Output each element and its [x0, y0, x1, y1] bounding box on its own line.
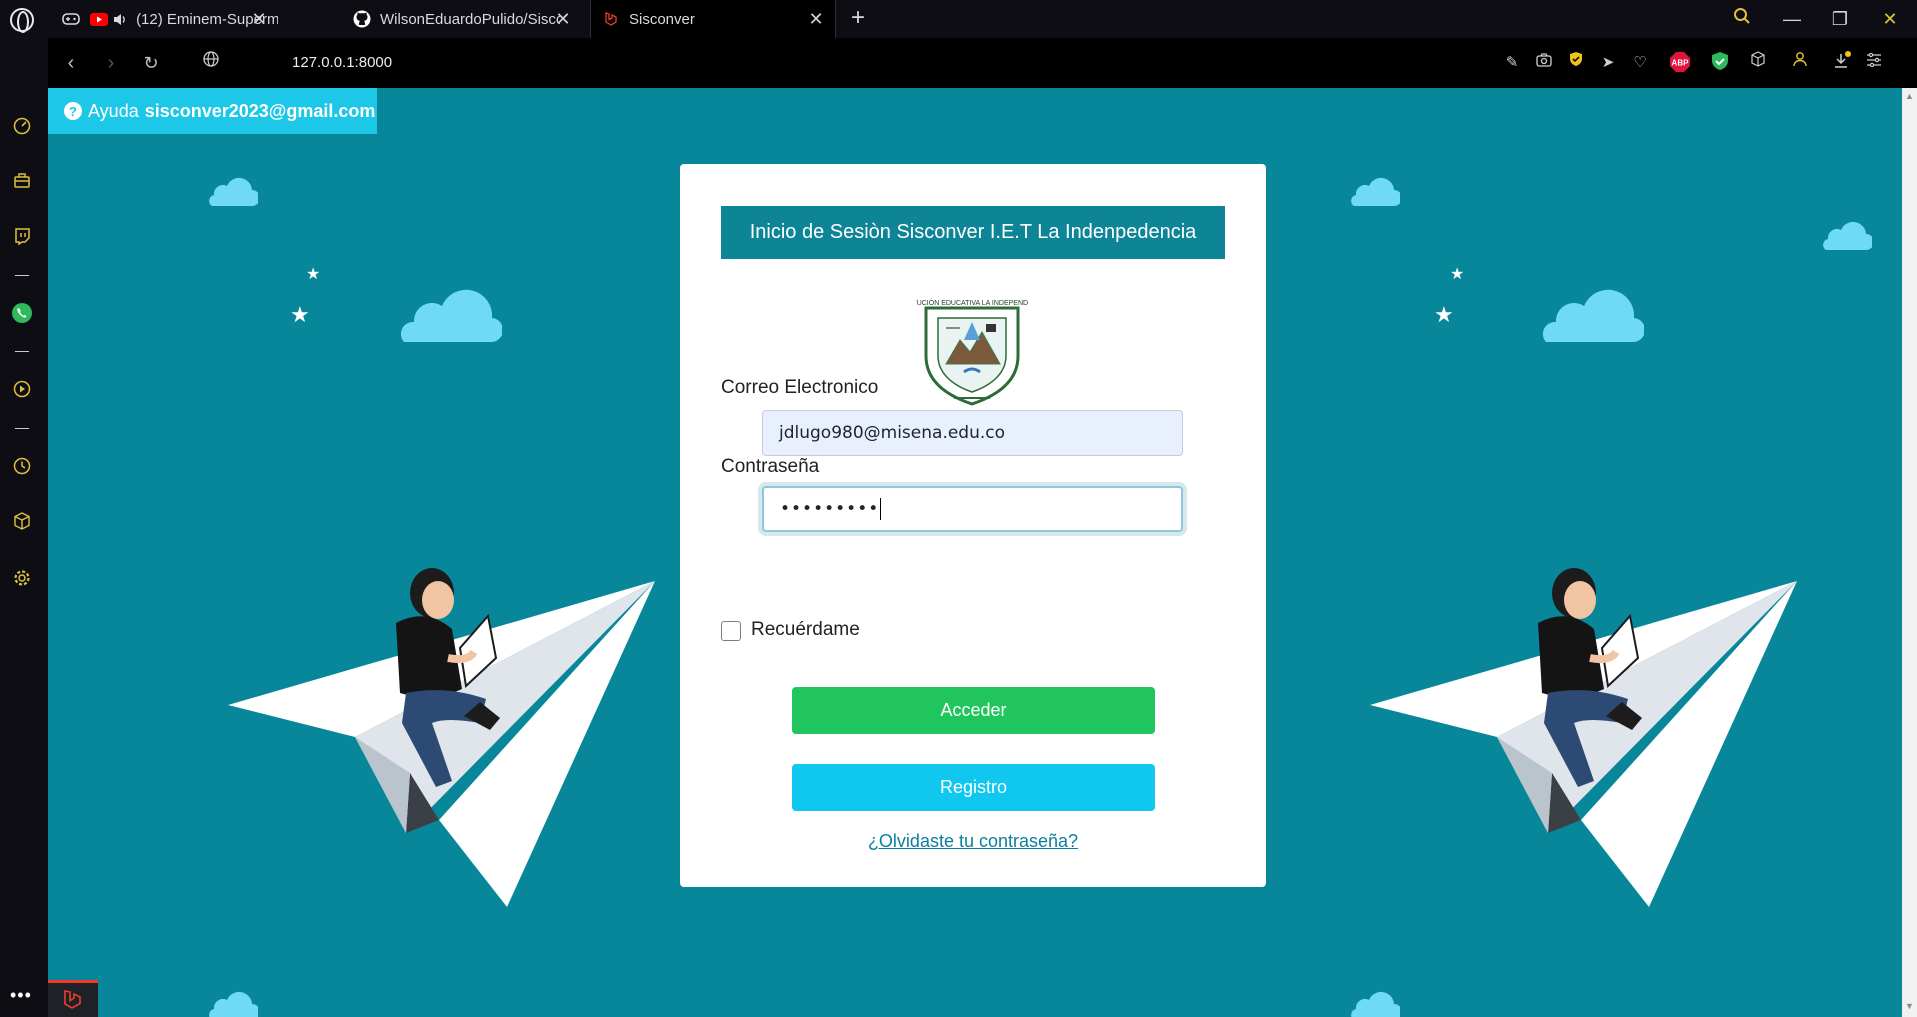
twitch-icon[interactable] [10, 224, 34, 248]
web-page: ? Ayuda sisconver2023@gmail.com ★ ★ ★ ★ [48, 88, 1902, 1017]
speed-dial-icon[interactable] [10, 114, 34, 138]
extensions-icon[interactable] [10, 509, 34, 533]
history-icon[interactable] [10, 454, 34, 478]
cloud-icon [1823, 221, 1872, 250]
close-window-button[interactable]: ✕ [1876, 6, 1904, 32]
register-button[interactable]: Registro [792, 764, 1155, 811]
whatsapp-icon[interactable] [10, 301, 34, 325]
star-icon: ★ [1450, 266, 1465, 283]
scrollbar[interactable]: ▲ ▼ [1902, 88, 1917, 1017]
tab-bar: (12) Eminem-Superman ✕ WilsonEduardoPuli… [0, 0, 1917, 38]
sidebar-divider [15, 351, 29, 352]
vpn-shield-icon[interactable] [1564, 51, 1588, 75]
workspace-icon[interactable] [10, 168, 34, 192]
gamepad-icon [62, 11, 80, 27]
help-email[interactable]: sisconver2023@gmail.com [145, 101, 376, 122]
new-tab-button[interactable]: + [845, 4, 871, 32]
cloud-icon [209, 991, 258, 1017]
cloud-icon [1351, 177, 1400, 206]
cloud-icon [1542, 289, 1644, 343]
star-icon: ★ [306, 266, 321, 283]
forward-icon[interactable]: › [98, 50, 124, 76]
scroll-up-icon[interactable]: ▲ [1905, 92, 1914, 101]
scroll-down-icon[interactable]: ▼ [1905, 1002, 1914, 1011]
remember-checkbox[interactable] [721, 621, 741, 641]
edit-icon[interactable]: ✎ [1500, 51, 1524, 75]
adblock-icon[interactable]: ABP [1668, 51, 1692, 75]
settings-icon[interactable] [1862, 51, 1886, 75]
password-label: Contraseña [721, 456, 820, 477]
send-icon[interactable]: ➤ [1596, 51, 1620, 75]
address-bar: ‹ › ↻ 127.0.0.1:8000 ✎ ➤ ♡ ABP [48, 38, 1917, 88]
login-title: Inicio de Sesiòn Sisconver I.E.T La Inde… [721, 206, 1225, 259]
login-button[interactable]: Acceder [792, 687, 1155, 734]
tab-title: WilsonEduardoPulido/Sisco [380, 10, 560, 28]
profile-icon[interactable] [1788, 51, 1812, 75]
reload-icon[interactable]: ↻ [138, 50, 164, 76]
star-icon: ★ [1434, 302, 1454, 327]
email-field[interactable]: jdlugo980@misena.edu.co [762, 410, 1183, 456]
sidebar-divider [15, 428, 29, 429]
shield-icon[interactable] [1708, 51, 1732, 75]
tab-sisconver[interactable]: Sisconver ✕ [590, 0, 836, 38]
laravel-icon [601, 11, 621, 27]
restore-button[interactable]: ❐ [1826, 6, 1854, 32]
opera-logo-icon[interactable] [10, 8, 34, 33]
question-icon: ? [64, 102, 82, 120]
speaker-icon[interactable] [113, 11, 128, 27]
camera-icon[interactable] [1532, 51, 1556, 75]
paper-plane-illustration [228, 568, 655, 907]
crest-text: INSTITUCIÓN EDUCATIVA LA INDEPENDENCIA [916, 298, 1028, 307]
cloud-icon [400, 289, 502, 343]
adblock-label: ABP [1672, 59, 1690, 68]
cloud-icon [209, 177, 258, 206]
player-icon[interactable] [10, 377, 34, 401]
remember-label[interactable]: Recuérdame [751, 619, 860, 641]
school-crest-logo: INSTITUCIÓN EDUCATIVA LA INDEPENDENCIA [916, 298, 1028, 406]
help-box[interactable]: ? Ayuda sisconver2023@gmail.com [48, 88, 377, 134]
more-menu-button[interactable]: ••• [10, 985, 32, 1006]
download-icon[interactable] [1830, 51, 1854, 75]
close-icon[interactable]: ✕ [554, 9, 572, 29]
url-field[interactable]: 127.0.0.1:8000 [292, 54, 392, 71]
login-card: Inicio de Sesiòn Sisconver I.E.T La Inde… [680, 164, 1266, 887]
tab-youtube[interactable]: (12) Eminem-Superman ✕ [80, 0, 278, 38]
help-text: Ayuda [88, 100, 139, 121]
password-field[interactable]: ••••••••• [762, 486, 1183, 532]
search-icon[interactable] [1728, 6, 1756, 32]
tab-title: Sisconver [629, 10, 695, 28]
paper-plane-illustration [1370, 568, 1797, 907]
forgot-password-link[interactable]: ¿Olvidaste tu contraseña? [680, 831, 1266, 852]
tab-github[interactable]: WilsonEduardoPulido/Sisco ✕ [342, 0, 582, 38]
heart-icon[interactable]: ♡ [1628, 51, 1652, 75]
minimize-button[interactable]: — [1778, 6, 1806, 32]
close-icon[interactable]: ✕ [250, 9, 268, 29]
sidebar-divider [15, 275, 29, 276]
sidebar [0, 38, 48, 1017]
cloud-icon [1351, 991, 1400, 1017]
gx-tab-icon[interactable] [52, 0, 80, 38]
laravel-debug-icon[interactable] [48, 980, 98, 1017]
email-label: Correo Electronico [721, 377, 879, 398]
back-icon[interactable]: ‹ [58, 50, 84, 76]
site-info-icon[interactable] [198, 50, 224, 76]
box-icon[interactable] [1746, 51, 1770, 75]
close-icon[interactable]: ✕ [807, 9, 825, 29]
star-icon: ★ [290, 302, 310, 327]
settings-icon[interactable] [10, 566, 34, 590]
github-icon [352, 10, 372, 28]
youtube-icon [90, 11, 109, 27]
